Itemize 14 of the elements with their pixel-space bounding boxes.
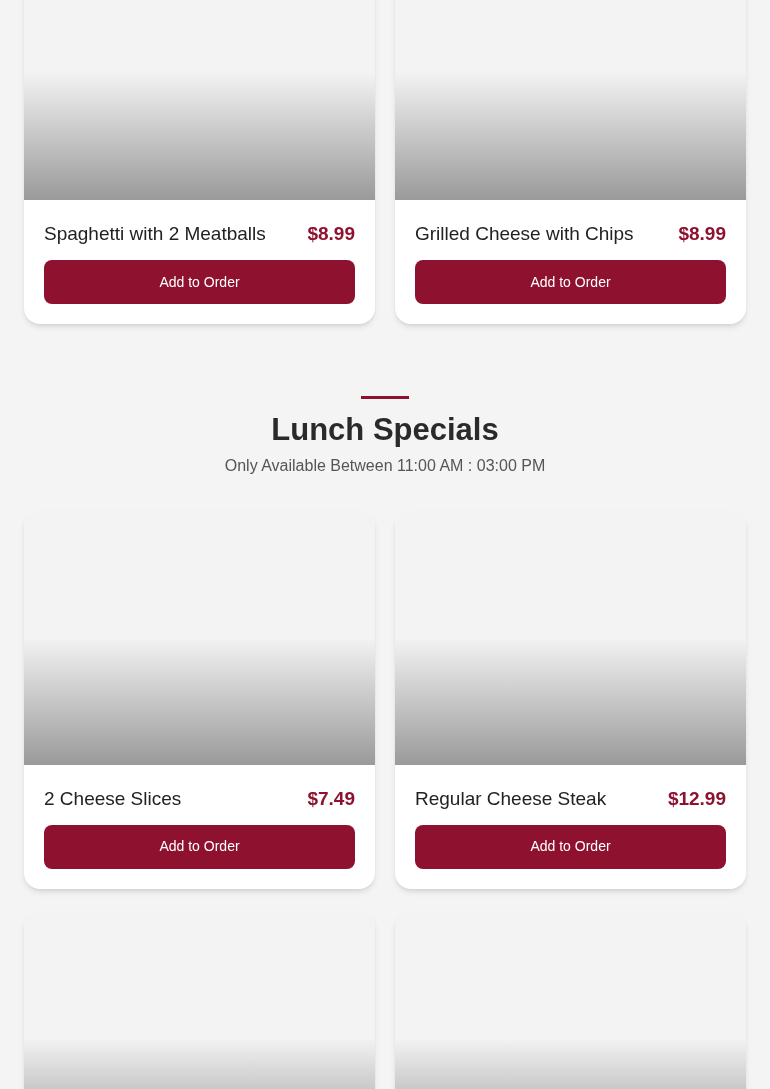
item-name: Grilled Cheese with Chips <box>415 222 634 246</box>
item-name: Regular Cheese Steak <box>415 786 607 811</box>
add-to-order-button[interactable]: Add to Order <box>415 824 726 869</box>
item-price: $8.99 <box>307 222 355 246</box>
add-to-order-button[interactable]: Add to Order <box>44 260 355 304</box>
item-price: $12.99 <box>667 786 726 811</box>
add-to-order-button[interactable]: Add to Order <box>44 824 355 869</box>
item-name: Spaghetti with 2 Meatballs <box>44 222 266 246</box>
item-price: $8.99 <box>678 222 726 246</box>
section-title: Lunch Specials <box>271 411 499 449</box>
item-price: $7.49 <box>307 786 355 811</box>
item-name: 2 Cheese Slices <box>44 786 182 811</box>
add-to-order-button[interactable]: Add to Order <box>415 260 726 304</box>
section-subtitle: Only Available Between 11:00 AM : 03:00 PM <box>224 455 546 476</box>
